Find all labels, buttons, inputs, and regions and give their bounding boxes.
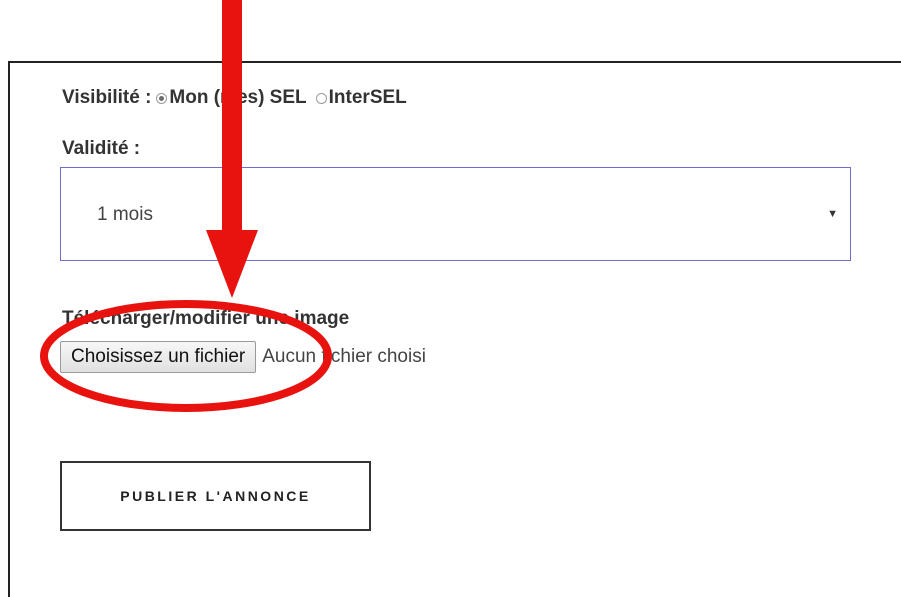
validity-label: Validité :	[62, 138, 141, 159]
radio-label-intersel[interactable]: InterSEL	[329, 87, 407, 109]
radio-mon-sel[interactable]	[156, 92, 168, 104]
file-status-text: Aucun fichier choisi	[262, 346, 426, 367]
file-input-row: Choisissez un fichier Aucun fichier choi…	[60, 341, 426, 373]
radio-label-mon-sel[interactable]: Mon (mes) SEL	[169, 87, 306, 109]
dropdown-arrow-icon: ▼	[827, 208, 838, 220]
visibility-label: Visibilité :	[62, 87, 152, 108]
page: Visibilité : Mon (mes) SEL InterSEL Vali…	[0, 0, 901, 597]
choose-file-button[interactable]: Choisissez un fichier	[60, 341, 257, 373]
image-upload-label: Télécharger/modifier une image	[62, 308, 350, 329]
visibility-row: Visibilité : Mon (mes) SEL InterSEL	[62, 87, 407, 109]
radio-intersel[interactable]	[315, 92, 327, 104]
validity-selected-value: 1 mois	[97, 204, 153, 225]
validity-select[interactable]: 1 mois ▼	[60, 167, 851, 261]
publish-button[interactable]: PUBLIER L'ANNONCE	[60, 461, 371, 531]
